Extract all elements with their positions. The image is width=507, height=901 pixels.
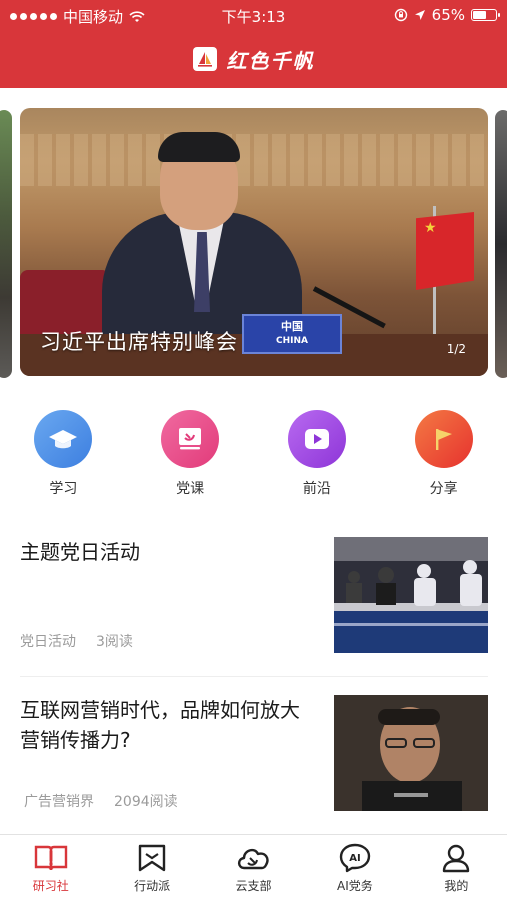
article-divider — [20, 676, 488, 677]
battery-fill — [473, 11, 486, 19]
article-thumbnail — [334, 695, 488, 811]
tab-bar: 研习社 行动派 云支部 AI AI党务 我的 — [0, 834, 507, 901]
rotation-lock-icon — [394, 8, 407, 22]
tab-label: 研习社 — [32, 879, 69, 893]
quick-action-frontier[interactable]: 前沿 — [254, 410, 381, 510]
banner-counter: 1/2 — [446, 342, 466, 356]
banner-carousel[interactable]: ★ 中国 CHINA 习近平出席特别峰会 1/2 — [0, 88, 507, 388]
graduation-cap-icon — [34, 410, 93, 468]
svg-text:AI: AI — [349, 853, 360, 864]
article-meta: 党日活动 3阅读 — [20, 631, 133, 651]
ai-bubble-icon: AI — [339, 843, 371, 873]
app-logo-icon — [192, 47, 217, 71]
article-meta: 广告营销界 2094阅读 — [24, 791, 178, 811]
article-source: 党日活动 — [20, 634, 76, 650]
tab-label: 我的 — [444, 879, 469, 893]
nameplate: 中国 CHINA — [242, 314, 342, 354]
tab-label: AI党务 — [337, 879, 373, 893]
app-title: 红色千帆 — [226, 48, 315, 73]
tab-label: 行动派 — [134, 879, 171, 893]
cloud-icon — [237, 848, 269, 870]
title-bar: 红色千帆 — [0, 30, 507, 88]
carousel-next-peek[interactable] — [495, 110, 507, 378]
user-icon — [443, 844, 470, 873]
article-title: 主题党日活动 — [20, 540, 140, 564]
status-bar: 中国移动 下午3:13 65% — [0, 0, 507, 30]
battery-icon — [471, 9, 500, 21]
article-reads: 2094阅读 — [114, 794, 178, 810]
party-emblem-icon — [161, 410, 220, 468]
quick-action-share[interactable]: 分享 — [380, 410, 507, 510]
quick-action-party-class[interactable]: 党课 — [127, 410, 254, 510]
banner-caption: 习近平出席特别峰会 — [40, 330, 238, 354]
tab-label: 云支部 — [235, 879, 272, 893]
article-title: 互联网营销时代，品牌如何放大营销传播力? — [20, 698, 300, 752]
quick-action-label: 党课 — [176, 481, 205, 497]
carousel-prev-peek[interactable] — [0, 110, 12, 378]
play-icon — [287, 410, 346, 468]
article-card[interactable]: 主题党日活动 党日活动 3阅读 — [20, 537, 488, 657]
quick-action-label: 分享 — [429, 481, 458, 497]
banner-slide[interactable]: ★ 中国 CHINA 习近平出席特别峰会 1/2 — [20, 108, 488, 376]
status-right: 65% — [394, 6, 500, 24]
quick-action-label: 学习 — [49, 481, 78, 497]
book-icon — [34, 845, 67, 871]
article-reads: 3阅读 — [96, 634, 133, 650]
banner-icon — [138, 844, 166, 872]
tab-study-club[interactable]: 研习社 — [0, 835, 101, 901]
article-thumbnail — [334, 537, 488, 653]
location-icon — [414, 10, 425, 20]
tab-action-group[interactable]: 行动派 — [101, 835, 202, 901]
article-card[interactable]: 互联网营销时代，品牌如何放大营销传播力? 广告营销界 2094阅读 — [20, 695, 488, 815]
flag-icon — [414, 410, 473, 468]
tab-ai-party-affairs[interactable]: AI AI党务 — [304, 835, 405, 901]
tab-cloud-branch[interactable]: 云支部 — [203, 835, 304, 901]
quick-action-label: 前沿 — [302, 481, 331, 497]
tab-mine[interactable]: 我的 — [406, 835, 507, 901]
article-source: 广告营销界 — [24, 794, 94, 810]
quick-actions: 学习 党课 前沿 分享 — [0, 410, 507, 510]
battery-percent: 65% — [431, 6, 465, 24]
quick-action-study[interactable]: 学习 — [0, 410, 127, 510]
